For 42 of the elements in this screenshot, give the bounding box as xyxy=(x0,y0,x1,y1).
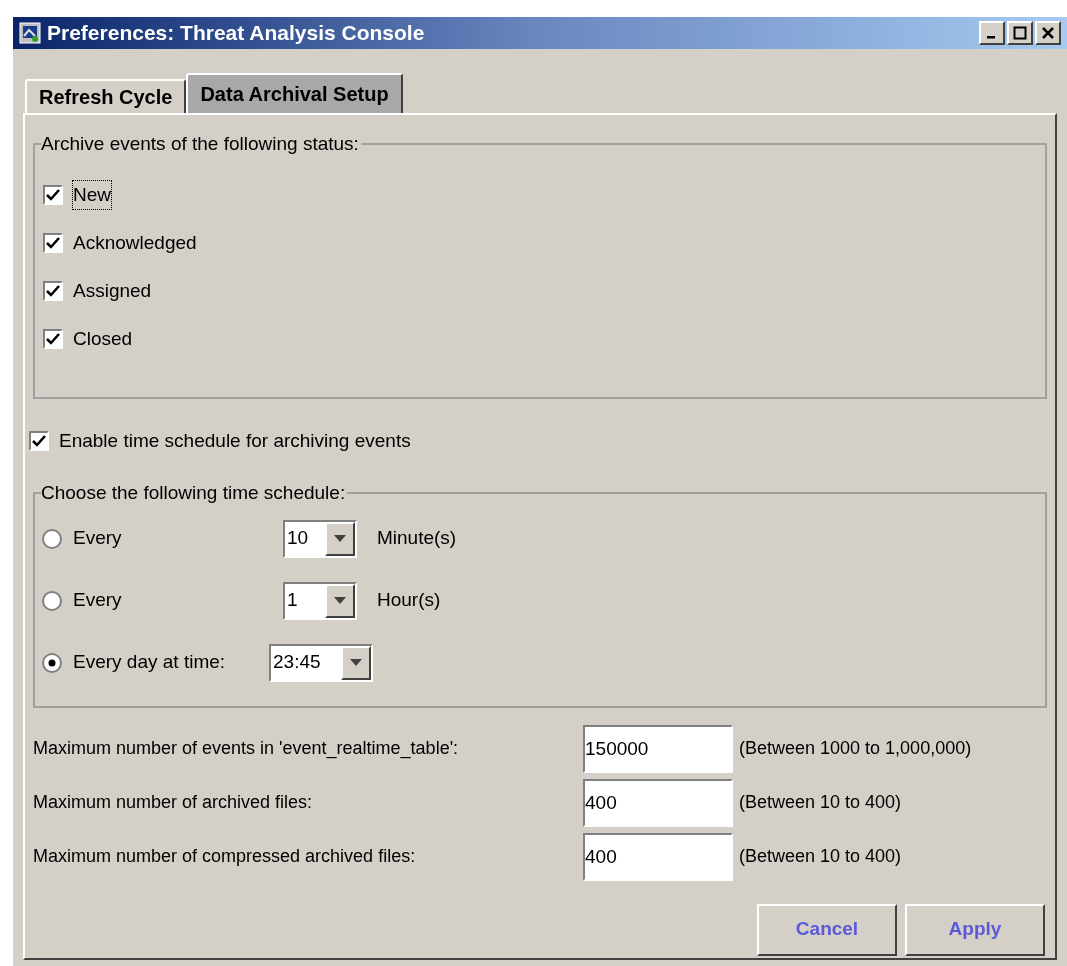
caret-icon xyxy=(350,659,362,666)
app-icon xyxy=(19,22,41,44)
dropdown[interactable]: 1 xyxy=(283,581,357,620)
maximize-icon[interactable] xyxy=(1007,21,1033,45)
range-hint: (Between 10 to 400) xyxy=(739,791,902,814)
unit-label: Minute(s) xyxy=(377,526,457,551)
checkbox[interactable] xyxy=(43,185,63,205)
checkbox-label: Closed xyxy=(73,326,133,351)
radio-label: Every day at time: xyxy=(73,650,227,675)
window-title: Preferences: Threat Analysis Console xyxy=(47,20,426,47)
unit-label: Hour(s) xyxy=(377,588,441,613)
close-icon[interactable] xyxy=(1035,21,1061,45)
caret-icon xyxy=(334,597,346,604)
input-field[interactable]: 400 xyxy=(583,832,733,881)
field-label: Maximum number of archived files: xyxy=(33,791,314,814)
checkbox-label: New xyxy=(73,180,111,210)
radio-button[interactable] xyxy=(41,651,63,674)
dialog-button[interactable]: Apply xyxy=(905,903,1045,956)
checkbox[interactable] xyxy=(29,431,49,452)
range-hint: (Between 1000 to 1,000,000) xyxy=(739,737,972,760)
checkbox-label: Enable time schedule for archiving events xyxy=(59,429,411,453)
minimize-icon[interactable] xyxy=(979,21,1005,45)
field-label: Maximum number of compressed archived files: xyxy=(33,845,417,868)
dialog-button[interactable]: Cancel xyxy=(757,903,897,956)
dropdown[interactable]: 23:45 xyxy=(269,643,373,682)
caret-icon xyxy=(334,535,346,542)
input-field[interactable]: 400 xyxy=(583,778,733,827)
radio-button[interactable] xyxy=(41,527,63,550)
range-hint: (Between 10 to 400) xyxy=(739,845,902,868)
dropdown[interactable]: 10 xyxy=(283,519,357,558)
radio-label: Every xyxy=(73,526,123,551)
radio-button[interactable] xyxy=(41,589,63,612)
checkbox-label: Acknowledged xyxy=(73,230,197,255)
tab[interactable]: Data Archival Setup xyxy=(186,73,403,113)
checkbox[interactable] xyxy=(43,281,63,301)
checkbox-label: Assigned xyxy=(73,278,152,303)
field-label: Maximum number of events in 'event_realtime_table': xyxy=(33,737,460,761)
checkbox[interactable] xyxy=(43,233,63,253)
radio-label: Every xyxy=(73,588,123,613)
tab[interactable]: Refresh Cycle xyxy=(25,79,187,113)
input-field[interactable]: 150000 xyxy=(583,724,733,773)
checkbox[interactable] xyxy=(43,329,63,349)
